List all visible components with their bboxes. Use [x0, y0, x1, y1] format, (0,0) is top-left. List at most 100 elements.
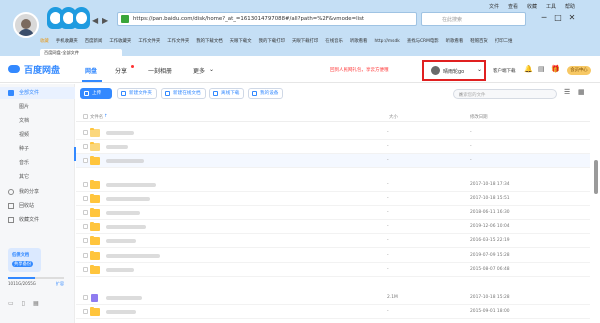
browser-tab[interactable]: 百度网盘-全部文件 [40, 49, 122, 56]
new-folder-button[interactable]: 新建文件夹 [117, 88, 157, 99]
offline-download-button[interactable]: 离线下载 [209, 88, 245, 99]
bookmark-item[interactable]: 手机收藏夹 [56, 39, 78, 44]
bookmark-item[interactable]: 查找与CRM电影 [407, 39, 439, 44]
bell-icon[interactable]: 🔔 [524, 65, 533, 73]
sidebar-item-my-share[interactable]: 我的分享 [0, 186, 75, 198]
phone-icon[interactable]: ▯ [22, 300, 25, 307]
bookmark-item[interactable]: http://msdk [374, 39, 399, 44]
redacted-filename[interactable] [106, 268, 134, 272]
member-center-button[interactable]: 会员中心 [567, 66, 591, 75]
grid-view-icon[interactable]: ▦ [578, 88, 585, 96]
redacted-filename[interactable] [106, 310, 136, 314]
redacted-filename[interactable] [106, 211, 140, 215]
row-checkbox[interactable] [83, 224, 88, 229]
sidebar-item-videos[interactable]: 视频 [0, 129, 75, 141]
sidebar-item-recycle-bin[interactable]: 回收站 [0, 200, 75, 212]
new-online-doc-button[interactable]: 新建在线文档 [161, 88, 206, 99]
select-all-checkbox[interactable] [83, 114, 88, 119]
table-row[interactable]: - 2015-09-01 18:00 [76, 305, 590, 319]
column-header-modified[interactable]: 修改日期 [470, 114, 488, 120]
bookmark-item[interactable]: 工作文件夹 [167, 39, 189, 44]
sidebar-item-music[interactable]: 音乐 [0, 157, 75, 169]
redacted-filename[interactable] [106, 239, 136, 243]
row-checkbox[interactable] [83, 130, 88, 135]
bookmark-item[interactable]: 鞋帽百货 [470, 39, 488, 44]
row-checkbox[interactable] [83, 295, 88, 300]
bookmark-item[interactable]: 我的下载文档 [196, 39, 222, 44]
bookmark-item[interactable]: 工作文件夹 [138, 39, 160, 44]
search-icon[interactable]: ⌕ [459, 91, 552, 99]
row-checkbox[interactable] [83, 182, 88, 187]
nav-tab-more[interactable]: 更多 [193, 66, 205, 75]
row-checkbox[interactable] [83, 267, 88, 272]
row-checkbox[interactable] [83, 309, 88, 314]
menu-favorites[interactable]: 收藏 [527, 3, 537, 10]
table-row[interactable]: - 2017-10-18 15:51 [76, 192, 590, 206]
bookmark-item[interactable]: 工作收藏夹 [109, 39, 131, 44]
column-header-size[interactable]: 大小 [389, 114, 398, 120]
chevron-down-icon[interactable]: ⌄ [477, 66, 482, 73]
redacted-filename[interactable] [106, 131, 134, 135]
nav-tab-share[interactable]: 分享 [115, 66, 127, 75]
redacted-filename[interactable] [106, 225, 146, 229]
row-checkbox[interactable] [83, 253, 88, 258]
gift-icon[interactable]: 🎁 [551, 65, 560, 73]
row-checkbox[interactable] [83, 210, 88, 215]
menu-tools[interactable]: 工具 [546, 3, 556, 10]
promo-link[interactable]: 回到人民网礼包，享云方便哦 [330, 67, 389, 73]
table-row[interactable]: - 2015-08-07 06:48 [76, 263, 590, 277]
sidebar-item-other[interactable]: 其它 [0, 171, 75, 183]
forward-icon[interactable]: ▶ [102, 16, 108, 25]
my-device-button[interactable]: 我的设备 [248, 88, 284, 99]
sidebar-item-favorites[interactable]: 收藏文件 [0, 214, 75, 226]
redacted-filename[interactable] [106, 145, 128, 149]
row-checkbox[interactable] [83, 238, 88, 243]
computer-icon[interactable]: ▭ [8, 300, 14, 307]
back-icon[interactable]: ◀ [92, 16, 98, 25]
menu-file[interactable]: 文件 [489, 3, 499, 10]
table-row[interactable]: -- [76, 126, 590, 140]
table-row[interactable]: 2.1M 2017-10-18 15:28 [76, 291, 590, 305]
sidebar-item-all-files[interactable]: 全部文件 [0, 87, 75, 99]
grid-icon[interactable]: ▦ [33, 300, 39, 307]
message-icon[interactable]: ▤ [538, 65, 545, 73]
redacted-filename[interactable] [106, 159, 144, 163]
app-logo[interactable]: 百度网盘 [24, 63, 60, 76]
promo-card[interactable]: 低债文档 共享备份 [8, 248, 41, 272]
redacted-filename[interactable] [106, 254, 160, 258]
sidebar-item-documents[interactable]: 文档 [0, 115, 75, 127]
nav-tab-moments-album[interactable]: 一刻相册 [148, 66, 172, 75]
bookmark-item[interactable]: 收藏 [40, 39, 49, 44]
redacted-filename[interactable] [106, 197, 150, 201]
sidebar-item-torrents[interactable]: 种子 [0, 143, 75, 155]
row-checkbox[interactable] [83, 196, 88, 201]
redacted-filename[interactable] [106, 183, 156, 187]
scrollbar[interactable] [594, 160, 598, 194]
upload-button[interactable]: 上传 [80, 88, 112, 99]
maximize-icon[interactable]: □ [551, 13, 565, 22]
bookmark-item[interactable]: 我的下载打印 [259, 39, 285, 44]
menu-help[interactable]: 帮助 [565, 3, 575, 10]
table-row[interactable]: - 2019-07-09 15:28 [76, 249, 590, 263]
table-row[interactable]: - 2018-06-11 16:30 [76, 206, 590, 220]
chevron-down-icon[interactable]: ⌄ [209, 66, 214, 73]
address-bar[interactable]: https://pan.baidu.com/disk/home?_at_=161… [117, 12, 417, 26]
client-download-link[interactable]: 客户端下载 [493, 68, 516, 74]
redacted-filename[interactable] [106, 296, 142, 300]
table-row[interactable]: - 2019-12-06 10:04 [76, 220, 590, 234]
sort-arrow-icon[interactable]: ↑ [104, 114, 108, 119]
menu-view[interactable]: 查看 [508, 3, 518, 10]
bookmark-item[interactable]: 打印二维 [495, 39, 513, 44]
nav-tab-netdisk[interactable]: 网盘 [85, 66, 97, 75]
browser-search-input[interactable]: 在此搜索 [421, 12, 526, 26]
table-row[interactable]: - 2017-10-18 17:34 [76, 178, 590, 192]
table-row[interactable]: -- [76, 154, 590, 168]
column-header-name[interactable]: 文件名 [90, 114, 103, 120]
sort-icon[interactable]: ☰ [564, 88, 570, 96]
bookmark-item[interactable]: 百度新闻 [85, 39, 103, 44]
row-checkbox[interactable] [83, 144, 88, 149]
sidebar-item-images[interactable]: 图片 [0, 101, 75, 113]
bookmark-item[interactable]: 听歌看看 [446, 39, 464, 44]
bookmark-item[interactable]: 天眼下载文 [230, 39, 252, 44]
file-search-input[interactable]: 搜索您的文件 ⌕ [453, 89, 557, 99]
